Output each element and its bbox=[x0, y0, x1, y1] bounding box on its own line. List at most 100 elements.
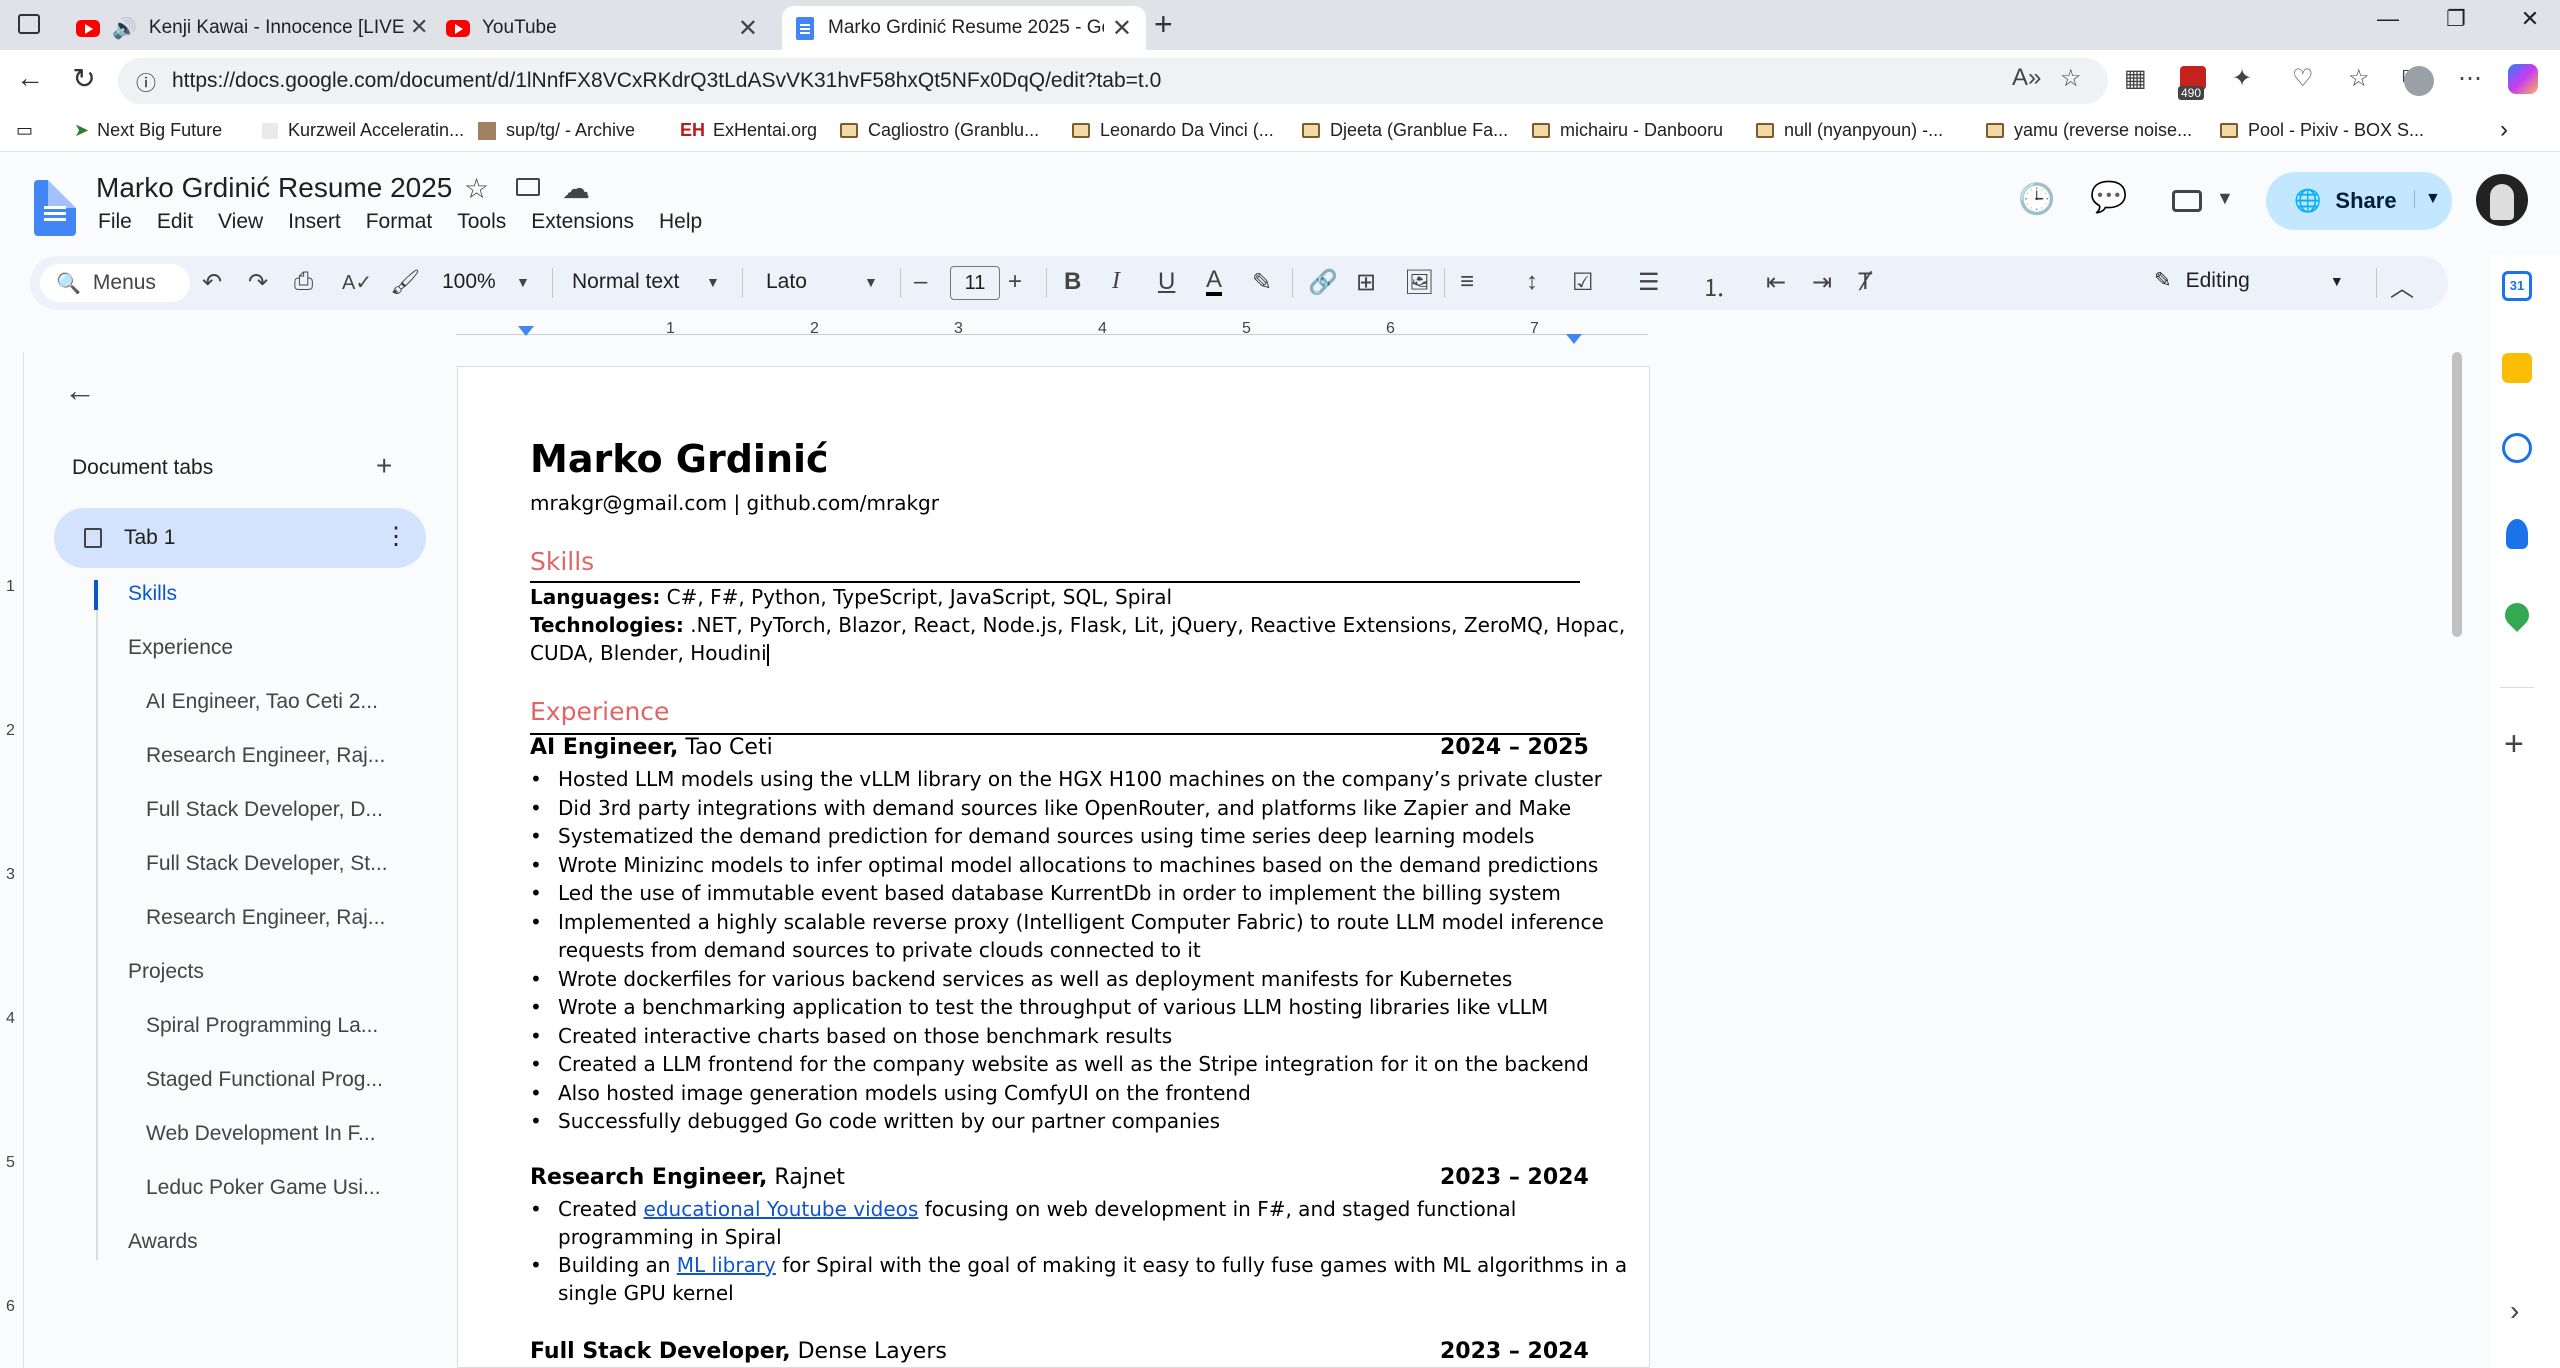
favorites-icon[interactable]: ☆ bbox=[2348, 64, 2370, 93]
bookmark-folder-djeeta[interactable]: Djeeta (Granblue Fa... bbox=[1302, 120, 1508, 141]
user-avatar[interactable] bbox=[2476, 174, 2528, 226]
document-page[interactable]: Marko Grdinić mrakgr@gmail.com | github.… bbox=[457, 366, 1650, 1368]
close-icon[interactable]: ✕ bbox=[1112, 14, 1132, 43]
more-options-icon[interactable]: ⋯ bbox=[2458, 64, 2482, 93]
outline-item-job[interactable]: Research Engineer, Raj... bbox=[146, 906, 385, 930]
bookmark-sup-tg[interactable]: sup/tg/ - Archive bbox=[478, 120, 635, 141]
tab-options-icon[interactable]: ⋮ bbox=[384, 522, 408, 551]
line-spacing-icon[interactable]: ↕ bbox=[1526, 268, 1538, 296]
font-select[interactable]: Lato bbox=[766, 270, 807, 294]
italic-icon[interactable]: I bbox=[1112, 268, 1120, 295]
restore-button[interactable]: ❐ bbox=[2436, 6, 2476, 32]
outline-item-job[interactable]: Full Stack Developer, St... bbox=[146, 852, 388, 876]
right-indent-marker[interactable] bbox=[1566, 334, 1582, 344]
favorite-star-icon[interactable]: ☆ bbox=[2060, 64, 2082, 93]
outline-item-job[interactable]: AI Engineer, Tao Ceti 2... bbox=[146, 690, 378, 714]
outline-item-experience[interactable]: Experience bbox=[128, 636, 233, 660]
outline-item-skills[interactable]: Skills bbox=[128, 582, 177, 606]
outline-item-job[interactable]: Full Stack Developer, D... bbox=[146, 798, 383, 822]
bookmark-folder-null[interactable]: null (nyanpyoun) -... bbox=[1756, 120, 1943, 141]
keep-icon[interactable] bbox=[2502, 353, 2532, 383]
bookmark-next-big-future[interactable]: ➤ Next Big Future bbox=[74, 120, 222, 141]
menu-edit[interactable]: Edit bbox=[157, 210, 204, 234]
paint-format-icon[interactable]: 🖌 bbox=[390, 268, 420, 297]
contacts-icon[interactable] bbox=[2506, 519, 2528, 549]
add-tab-button[interactable]: + bbox=[376, 450, 392, 482]
outline-item-project[interactable]: Staged Functional Prog... bbox=[146, 1068, 383, 1092]
redo-icon[interactable]: ↷ bbox=[248, 268, 268, 297]
calendar-icon[interactable]: 31 bbox=[2502, 271, 2532, 301]
add-comment-icon[interactable]: ⊞ bbox=[1356, 268, 1376, 297]
collapse-toolbar-chevron-icon[interactable]: ︿ bbox=[2390, 268, 2414, 303]
chevron-down-icon[interactable]: ▼ bbox=[516, 274, 530, 290]
document-title[interactable]: Marko Grdinić Resume 2025 bbox=[96, 172, 452, 204]
bold-icon[interactable]: B bbox=[1064, 268, 1081, 296]
decrease-font-size-icon[interactable]: – bbox=[914, 268, 927, 296]
maps-icon[interactable] bbox=[2500, 598, 2534, 632]
spellcheck-icon[interactable]: A✓ bbox=[342, 270, 372, 295]
profile-avatar[interactable] bbox=[2404, 66, 2434, 96]
reload-button[interactable]: ↻ bbox=[64, 62, 104, 95]
get-add-ons-icon[interactable]: + bbox=[2504, 725, 2524, 764]
align-left-icon[interactable]: ≡ bbox=[1460, 268, 1474, 296]
print-icon[interactable]: ⎙ bbox=[294, 268, 313, 296]
copilot-icon[interactable] bbox=[2508, 64, 2538, 94]
undo-icon[interactable]: ↶ bbox=[202, 268, 222, 297]
decrease-indent-icon[interactable]: ⇤ bbox=[1766, 268, 1786, 297]
new-tab-button[interactable]: + bbox=[1154, 6, 1173, 43]
bookmark-exhentai[interactable]: EH ExHentai.org bbox=[680, 120, 817, 141]
chevron-down-icon[interactable]: ▼ bbox=[706, 274, 720, 290]
chevron-down-icon[interactable]: ▼ bbox=[864, 274, 878, 290]
menu-insert[interactable]: Insert bbox=[288, 210, 352, 234]
left-indent-marker[interactable] bbox=[518, 326, 534, 336]
bookmark-folder-pool[interactable]: Pool - Pixiv - BOX S... bbox=[2220, 120, 2424, 141]
highlight-color-icon[interactable]: ✎ bbox=[1252, 268, 1272, 297]
menu-tools[interactable]: Tools bbox=[457, 210, 517, 234]
browser-tab-kenji[interactable]: 🔊 Kenji Kawai - Innocence [LIVE bbox=[62, 6, 422, 50]
paragraph-style-select[interactable]: Normal text bbox=[572, 270, 679, 294]
star-icon[interactable]: ☆ bbox=[464, 172, 489, 205]
increase-font-size-icon[interactable]: + bbox=[1008, 268, 1022, 296]
outline-item-project[interactable]: Web Development In F... bbox=[146, 1122, 376, 1146]
youtube-videos-link[interactable]: educational Youtube videos bbox=[644, 1197, 919, 1221]
share-dropdown-chevron-icon[interactable]: ▼ bbox=[2414, 190, 2441, 208]
outline-item-job[interactable]: Research Engineer, Raj... bbox=[146, 744, 385, 768]
back-button[interactable]: ← bbox=[10, 62, 50, 94]
comments-icon[interactable]: 💬 bbox=[2090, 180, 2127, 215]
checklist-icon[interactable]: ☑ bbox=[1572, 268, 1594, 297]
bookmark-folder-yamu[interactable]: yamu (reverse noise... bbox=[1986, 120, 2192, 141]
url-field[interactable]: ⓘ https://docs.google.com/document/d/1lN… bbox=[118, 58, 2108, 104]
tasks-icon[interactable] bbox=[2502, 433, 2532, 463]
window-close-button[interactable]: ✕ bbox=[2510, 6, 2550, 32]
insert-image-icon[interactable]: 🖼 bbox=[1404, 268, 1434, 297]
meet-camera-icon[interactable] bbox=[2172, 190, 2202, 212]
minimize-button[interactable]: — bbox=[2368, 6, 2408, 32]
move-folder-icon[interactable] bbox=[516, 178, 540, 196]
extensions-puzzle-icon[interactable]: ✦ bbox=[2232, 64, 2252, 93]
menu-format[interactable]: Format bbox=[366, 210, 444, 234]
site-info-icon[interactable]: ⓘ bbox=[136, 67, 156, 96]
close-icon[interactable]: ✕ bbox=[738, 14, 758, 43]
insert-link-icon[interactable]: 🔗 bbox=[1308, 268, 1338, 297]
qr-code-icon[interactable]: ▦ bbox=[2124, 64, 2147, 93]
menu-extensions[interactable]: Extensions bbox=[531, 210, 645, 234]
outline-item-project[interactable]: Leduc Poker Game Usi... bbox=[146, 1176, 381, 1200]
increase-indent-icon[interactable]: ⇥ bbox=[1812, 268, 1832, 297]
underline-icon[interactable]: U bbox=[1158, 268, 1175, 296]
outline-item-awards[interactable]: Awards bbox=[128, 1230, 198, 1254]
bulleted-list-icon[interactable]: ☰ bbox=[1638, 268, 1660, 297]
font-size-input[interactable]: 11 bbox=[950, 266, 1000, 300]
google-docs-logo[interactable] bbox=[34, 180, 76, 236]
bookmark-kurzweil[interactable]: Kurzweil Acceleratin... bbox=[262, 120, 464, 141]
bookmark-folder-cagliostro[interactable]: Cagliostro (Granblu... bbox=[840, 120, 1039, 141]
browser-essentials-icon[interactable]: ♡ bbox=[2292, 64, 2314, 93]
version-history-icon[interactable]: 🕒 bbox=[2018, 182, 2055, 217]
back-arrow-icon[interactable]: ← bbox=[64, 372, 96, 409]
show-side-panel-chevron-icon[interactable]: › bbox=[2510, 1295, 2519, 1327]
speaker-icon[interactable]: 🔊 bbox=[112, 16, 137, 41]
tab-1[interactable]: Tab 1 ⋮ bbox=[54, 508, 426, 568]
browser-tab-docs[interactable]: Marko Grdinić Resume 2025 - Go ✕ bbox=[782, 6, 1146, 50]
editing-mode-select[interactable]: ✎ Editing ▼ bbox=[2154, 268, 2344, 293]
chevron-down-icon[interactable]: ▼ bbox=[2216, 188, 2234, 209]
zoom-select[interactable]: 100% bbox=[442, 270, 496, 294]
